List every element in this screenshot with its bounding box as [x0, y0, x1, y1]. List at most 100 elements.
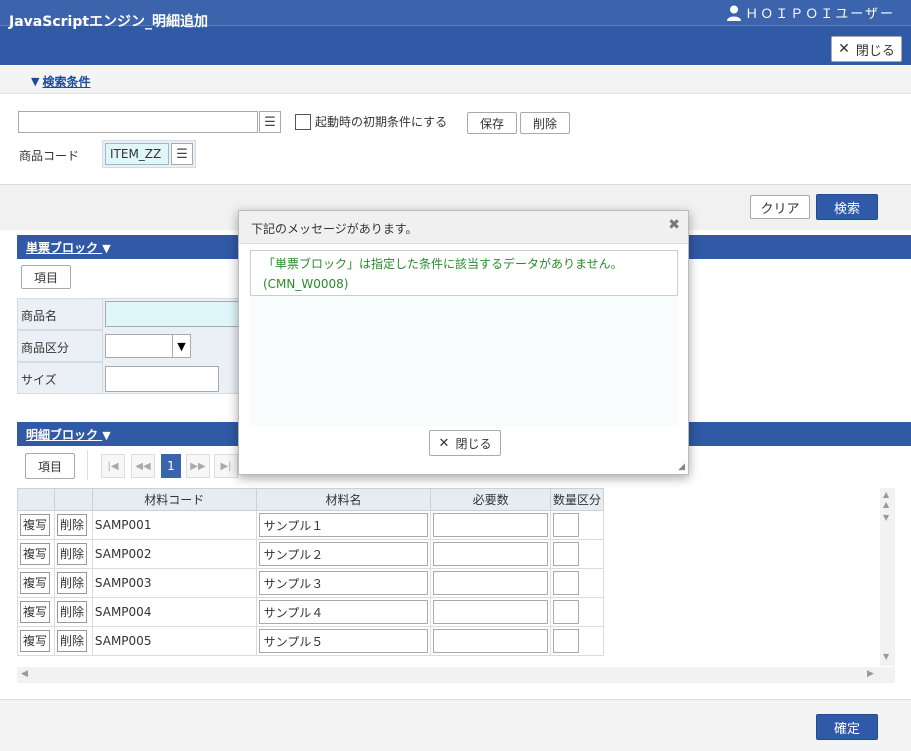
row-delete-button[interactable]: 削除	[56, 514, 87, 536]
dropdown-arrow-icon: ▼	[172, 335, 190, 357]
save-condition-button[interactable]: 保存	[467, 112, 517, 134]
product-code-list-button[interactable]: ☰	[171, 143, 193, 165]
delete-condition-button[interactable]: 削除	[520, 112, 570, 134]
search-preset-list-button[interactable]: ☰	[259, 111, 281, 133]
grid-header-qty[interactable]: 必要数	[430, 488, 551, 511]
grid-header-copy	[17, 488, 55, 511]
table-row: 複写 削除 SAMP004 サンプル４	[17, 597, 604, 627]
pager-first-button[interactable]: |◀	[101, 454, 125, 478]
size-input[interactable]	[105, 366, 219, 392]
row-delete-button[interactable]: 削除	[56, 572, 87, 594]
scroll-down-icon[interactable]: ▼	[883, 513, 889, 522]
scroll-right-icon[interactable]: ▶	[867, 669, 874, 679]
row-copy-button[interactable]: 複写	[20, 543, 51, 565]
row-qty-input[interactable]	[433, 629, 548, 653]
row-name-input[interactable]: サンプル２	[258, 542, 429, 566]
dialog-message-text: 「単票ブロック」は指定した条件に該当するデータがありません。	[263, 257, 623, 271]
confirm-button[interactable]: 確定	[816, 714, 878, 740]
table-row: 複写 削除 SAMP003 サンプル３	[17, 568, 604, 598]
resize-handle-icon[interactable]: ◢	[678, 462, 685, 472]
triangle-down-icon: ▼	[31, 75, 40, 88]
row-code: SAMP002	[91, 539, 257, 569]
row-copy-button[interactable]: 複写	[20, 514, 51, 536]
search-button[interactable]: 検索	[816, 194, 878, 220]
dialog-title: 下記のメッセージがあります。	[251, 222, 418, 236]
grid-horizontal-scrollbar[interactable]: ◀ ▶	[17, 667, 895, 683]
search-condition-link[interactable]: 検索条件	[42, 73, 90, 90]
grid-header-unit[interactable]: 数量区分	[550, 488, 604, 511]
row-name-input[interactable]: サンプル５	[258, 629, 429, 653]
search-condition-toggle[interactable]: ▼ 検索条件	[31, 73, 90, 90]
pager-current-page[interactable]: 1	[161, 454, 181, 478]
detail-grid-container: 材料コード 材料名 必要数 数量区分 複写 削除 SAMP001 サンプル１ 複…	[17, 488, 895, 683]
title-bar	[0, 25, 911, 65]
user-name: ＨＯＩＰＯＩユーザー	[745, 7, 895, 22]
row-qty-input[interactable]	[433, 600, 548, 624]
grid-header-code[interactable]: 材料コード	[91, 488, 257, 511]
row-unit-input[interactable]	[553, 513, 579, 537]
scroll-down-icon[interactable]: ▼	[883, 652, 889, 661]
row-code: SAMP001	[91, 510, 257, 540]
row-name-input[interactable]: サンプル４	[258, 600, 429, 624]
close-icon: ✕	[838, 41, 850, 57]
row-name-input[interactable]: サンプル１	[258, 513, 429, 537]
list-icon: ☰	[264, 114, 276, 130]
row-copy-button[interactable]: 複写	[20, 572, 51, 594]
row-delete-button[interactable]: 削除	[56, 601, 87, 623]
row-code: SAMP004	[91, 597, 257, 627]
grid-vertical-scrollbar[interactable]: ▲ ▲ ▼ ▼	[880, 488, 895, 666]
product-name-label: 商品名	[17, 298, 103, 330]
dialog-body: 「単票ブロック」は指定した条件に該当するデータがありません。 (CMN_W000…	[250, 250, 678, 426]
dialog-close-button[interactable]: ✕ 閉じる	[429, 430, 501, 456]
grid-header-delete	[53, 488, 93, 511]
scroll-left-icon[interactable]: ◀	[21, 669, 28, 679]
pager-prev-button[interactable]: ◀◀	[131, 454, 155, 478]
row-code: SAMP003	[91, 568, 257, 598]
triangle-down-icon: ▼	[102, 242, 111, 255]
search-condition-bar	[0, 66, 911, 94]
row-unit-input[interactable]	[553, 571, 579, 595]
search-preset-input[interactable]	[18, 111, 258, 133]
row-qty-input[interactable]	[433, 571, 548, 595]
size-label: サイズ	[17, 362, 103, 394]
dialog-header[interactable]: 下記のメッセージがあります。 ✖	[239, 211, 688, 244]
initial-condition-checkbox[interactable]	[295, 113, 311, 130]
detail-items-button[interactable]: 項目	[25, 453, 75, 479]
product-category-select[interactable]: ▼	[105, 334, 191, 358]
slip-items-button[interactable]: 項目	[21, 265, 71, 289]
row-qty-input[interactable]	[433, 513, 548, 537]
pager-last-button[interactable]: ▶|	[214, 454, 238, 478]
clear-button[interactable]: クリア	[750, 195, 810, 219]
user-icon	[727, 5, 742, 21]
row-copy-button[interactable]: 複写	[20, 630, 51, 652]
grid-header-name[interactable]: 材料名	[255, 488, 432, 511]
pager-divider	[87, 450, 88, 480]
row-name-input[interactable]: サンプル３	[258, 571, 429, 595]
row-delete-button[interactable]: 削除	[56, 630, 87, 652]
scroll-up-icon[interactable]: ▲	[883, 490, 889, 499]
pager-next-button[interactable]: ▶▶	[186, 454, 210, 478]
row-unit-input[interactable]	[553, 542, 579, 566]
product-category-label: 商品区分	[17, 330, 103, 362]
table-row: 複写 削除 SAMP001 サンプル１	[17, 510, 604, 540]
detail-block-title[interactable]: 明細ブロック ▼	[26, 426, 111, 443]
row-delete-button[interactable]: 削除	[56, 543, 87, 565]
header-close-button[interactable]: ✕ 閉じる	[831, 36, 902, 62]
row-unit-input[interactable]	[553, 600, 579, 624]
row-unit-input[interactable]	[553, 629, 579, 653]
row-qty-input[interactable]	[433, 542, 548, 566]
dialog-close-icon[interactable]: ✖	[668, 217, 680, 233]
product-code-value[interactable]: ITEM_ZZ	[105, 143, 169, 165]
detail-grid: 材料コード 材料名 必要数 数量区分 複写 削除 SAMP001 サンプル１ 複…	[17, 488, 604, 656]
table-row: 複写 削除 SAMP005 サンプル５	[17, 626, 604, 656]
message-dialog: 下記のメッセージがあります。 ✖ 「単票ブロック」は指定した条件に該当するデータ…	[238, 210, 689, 475]
product-name-input[interactable]	[105, 301, 245, 327]
scroll-up-icon[interactable]: ▲	[883, 500, 889, 509]
dialog-message-code: (CMN_W0008)	[263, 277, 349, 291]
close-icon: ✕	[438, 435, 450, 451]
initial-condition-option[interactable]: 起動時の初期条件にする	[295, 113, 447, 130]
row-copy-button[interactable]: 複写	[20, 601, 51, 623]
page-title: JavaScriptエンジン_明細追加	[9, 14, 209, 30]
user-info[interactable]: ＨＯＩＰＯＩユーザー	[727, 3, 895, 22]
slip-block-title[interactable]: 単票ブロック ▼	[26, 239, 111, 256]
